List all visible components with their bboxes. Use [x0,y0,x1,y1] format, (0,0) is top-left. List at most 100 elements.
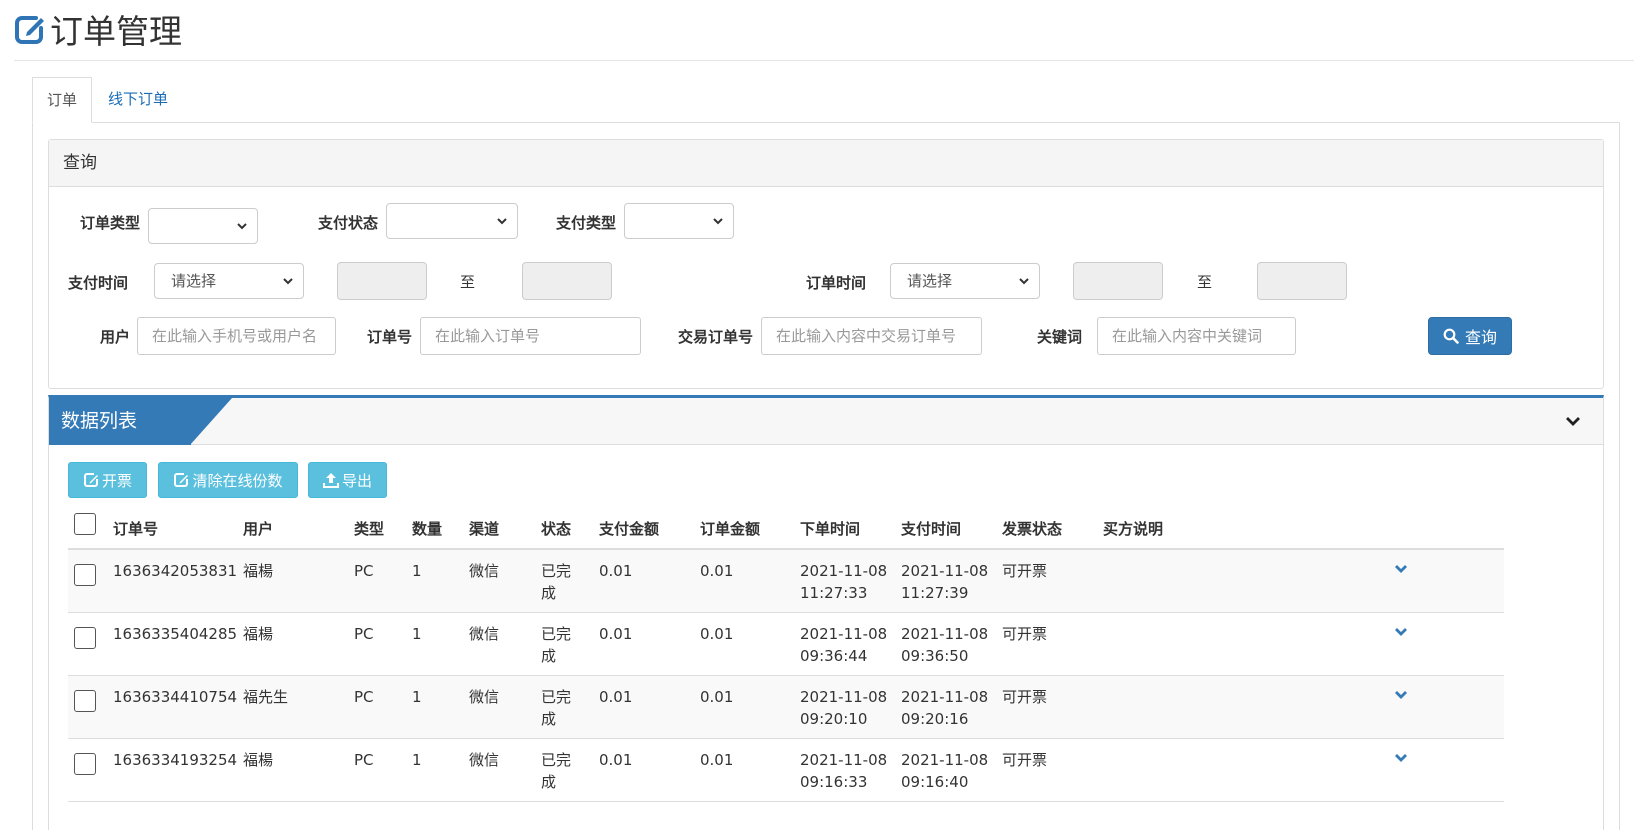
pay-time-end[interactable] [522,262,612,300]
cell-paid: 0.01 [599,688,633,706]
order-type-label: 订单类型 [80,214,141,232]
cell-channel: 微信 [469,751,500,769]
cell-channel: 微信 [469,625,500,643]
col-qty: 数量 [412,520,443,538]
header-slant-decoration [190,398,232,445]
tab-orders[interactable]: 订单 [32,77,93,123]
expand-row-icon[interactable] [1394,562,1408,576]
table-row: 1636334410754 福先生 PC 1 微信 已完成 0.01 0.01 … [68,676,1504,739]
col-channel: 渠道 [469,520,500,538]
edit-icon [15,16,44,44]
order-time-label: 订单时间 [806,274,867,292]
cell-status: 已完成 [541,751,572,791]
cell-qty: 1 [412,562,422,580]
cell-paid: 0.01 [599,751,633,769]
cell-amount: 0.01 [700,688,734,706]
row-checkbox[interactable] [74,627,96,649]
cell-type: PC [354,562,374,580]
col-order-time: 下单时间 [800,520,861,538]
cell-paid: 0.01 [599,562,633,580]
export-button[interactable]: 导出 [308,462,387,498]
order-no-label: 订单号 [367,328,413,346]
pay-time-start[interactable] [337,262,427,300]
chevron-down-icon [713,218,723,225]
data-list-header: 数据列表 [49,398,1603,445]
row-checkbox[interactable] [74,564,96,586]
cell-channel: 微信 [469,688,500,706]
edit-icon [83,473,98,487]
cell-invoice-status: 可开票 [1002,751,1048,769]
expand-row-icon[interactable] [1394,688,1408,702]
cell-user: 福楊 [243,751,274,769]
chevron-down-icon [237,223,247,230]
col-invoice-status: 发票状态 [1002,520,1063,538]
user-input[interactable]: 在此输入手机号或用户名 [137,317,336,355]
collapse-chevron-icon[interactable] [1565,413,1581,429]
edit-icon [174,473,189,487]
keyword-label: 关键词 [1037,328,1083,346]
order-time-end[interactable] [1257,262,1347,300]
cell-pay-time: 2021-11-08 09:20:16 [901,688,989,728]
cell-order-no: 1636342053831 [113,562,238,580]
cell-pay-time: 2021-11-08 09:16:40 [901,751,989,791]
data-list-title: 数据列表 [49,398,191,445]
cell-paid: 0.01 [599,625,633,643]
page-title: 订单管理 [50,12,182,51]
cell-order-no: 1636335404285 [113,625,238,643]
cell-order-time: 2021-11-08 09:20:10 [800,688,888,728]
cell-user: 福楊 [243,562,274,580]
tab-offline-orders[interactable]: 线下订单 [92,77,182,123]
invoice-button[interactable]: 开票 [68,462,147,498]
order-no-input[interactable]: 在此输入订单号 [420,317,641,355]
col-user: 用户 [243,520,274,538]
cell-amount: 0.01 [700,751,734,769]
pay-status-select[interactable] [386,203,518,239]
pay-time-label: 支付时间 [68,274,129,292]
tab-bar: 订单 线下订单 [32,77,182,123]
select-all-checkbox[interactable] [74,513,96,535]
cell-channel: 微信 [469,562,500,580]
pay-time-to-label: 至 [460,273,476,291]
pay-time-select[interactable]: 请选择 [154,263,304,299]
cell-qty: 1 [412,625,422,643]
cell-amount: 0.01 [700,562,734,580]
search-icon [1443,328,1459,344]
cell-qty: 1 [412,751,422,769]
search-button[interactable]: 查询 [1428,317,1512,355]
row-checkbox[interactable] [74,753,96,775]
expand-row-icon[interactable] [1394,751,1408,765]
col-order-no: 订单号 [113,520,159,538]
col-type: 类型 [354,520,385,538]
page-header: 订单管理 [14,6,182,52]
table-row: 1636342053831 福楊 PC 1 微信 已完成 0.01 0.01 2… [68,550,1504,613]
table-row: 1636335404285 福楊 PC 1 微信 已完成 0.01 0.01 2… [68,613,1504,676]
order-time-start[interactable] [1073,262,1163,300]
cell-status: 已完成 [541,562,572,602]
query-panel-title: 查询 [49,140,1603,187]
pay-type-select[interactable] [624,203,734,239]
cell-order-time: 2021-11-08 09:36:44 [800,625,888,665]
trade-no-label: 交易订单号 [678,328,754,346]
clear-online-copies-button[interactable]: 清除在线份数 [158,462,298,498]
col-paid-amount: 支付金额 [599,520,660,538]
row-checkbox[interactable] [74,690,96,712]
cell-type: PC [354,625,374,643]
keyword-input[interactable]: 在此输入内容中关键词 [1097,317,1296,355]
cell-order-no: 1636334193254 [113,751,238,769]
cell-order-time: 2021-11-08 11:27:33 [800,562,888,602]
cell-type: PC [354,688,374,706]
cell-invoice-status: 可开票 [1002,562,1048,580]
col-order-amount: 订单金额 [700,520,761,538]
col-buyer-remark: 买方说明 [1103,520,1164,538]
cell-type: PC [354,751,374,769]
export-icon [322,473,339,488]
cell-order-no: 1636334410754 [113,688,238,706]
order-time-select[interactable]: 请选择 [890,263,1040,299]
trade-no-input[interactable]: 在此输入内容中交易订单号 [761,317,982,355]
pay-type-label: 支付类型 [556,214,617,232]
order-type-select[interactable] [148,208,258,244]
cell-amount: 0.01 [700,625,734,643]
chevron-down-icon [497,218,507,225]
expand-row-icon[interactable] [1394,625,1408,639]
chevron-down-icon [1019,278,1029,285]
